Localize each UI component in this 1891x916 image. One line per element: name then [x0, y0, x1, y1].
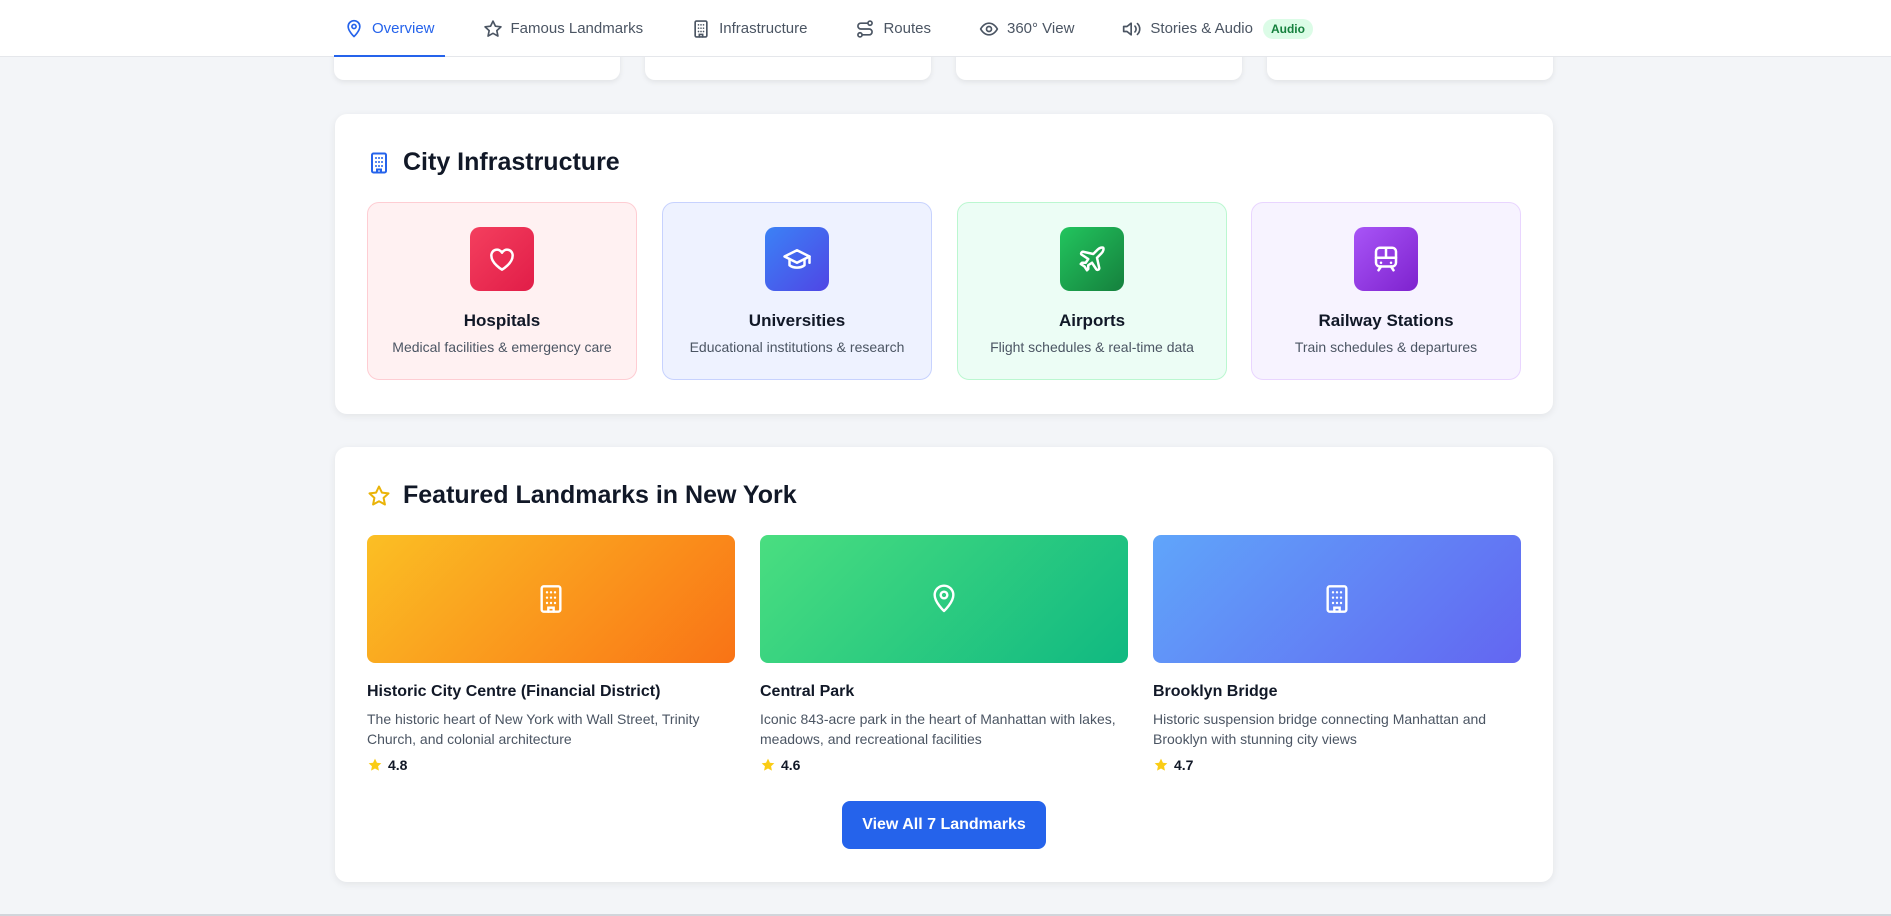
landmark-card[interactable]: Central Park Iconic 843-acre park in the…: [760, 535, 1128, 773]
top-navigation: Overview Famous Landmarks Infrastructure…: [0, 0, 1891, 57]
building-icon: [371, 152, 387, 173]
star-filled-icon: [761, 758, 775, 771]
plane-icon: [1079, 246, 1105, 272]
landmarks-panel: Featured Landmarks in New York Historic …: [335, 447, 1553, 882]
infra-card-universities[interactable]: Universities Educational institutions & …: [662, 202, 932, 380]
landmark-name: Historic City Centre (Financial District…: [367, 683, 661, 700]
rating-value: 4.7: [1174, 757, 1194, 773]
infra-card-airports[interactable]: Airports Flight schedules & real-time da…: [957, 202, 1227, 380]
infra-icon-box: [1354, 227, 1418, 291]
landmark-image: [760, 535, 1128, 663]
rating-value: 4.8: [388, 757, 408, 773]
infra-description: Medical facilities & emergency care: [392, 339, 612, 355]
eye-icon: [979, 21, 999, 36]
star-filled-icon: [368, 758, 382, 771]
landmark-name: Brooklyn Bridge: [1153, 683, 1278, 700]
infra-description: Train schedules & departures: [1294, 339, 1478, 355]
tab-label: Routes: [883, 20, 931, 37]
tab-famous-landmarks[interactable]: Famous Landmarks: [473, 0, 654, 57]
infra-name: Airports: [1058, 311, 1126, 330]
infrastructure-panel: City Infrastructure Hospitals Medical fa…: [335, 114, 1553, 414]
infra-icon-box: [765, 227, 829, 291]
infra-description: Flight schedules & real-time data: [990, 339, 1194, 355]
infra-card-hospitals[interactable]: Hospitals Medical facilities & emergency…: [367, 202, 637, 380]
star-icon: [368, 485, 390, 505]
section-title: Featured Landmarks in New York: [403, 481, 797, 509]
tab-stories-audio[interactable]: Stories & Audio Audio: [1112, 0, 1323, 57]
heart-icon: [490, 248, 514, 271]
landmark-card[interactable]: Brooklyn Bridge Historic suspension brid…: [1153, 535, 1521, 773]
tab-overview[interactable]: Overview: [334, 0, 445, 57]
tab-bar: Overview Famous Landmarks Infrastructure…: [334, 0, 1351, 57]
map-pin-icon: [933, 584, 955, 613]
landmark-rating: 4.8: [367, 757, 735, 773]
landmark-description: Iconic 843-acre park in the heart of Man…: [760, 711, 1116, 747]
building-icon: [540, 585, 562, 613]
infra-name: Railway Stations: [1318, 311, 1454, 330]
landmark-rating: 4.6: [760, 757, 1128, 773]
tab-label: 360° View: [1006, 20, 1075, 37]
landmark-description: The historic heart of New York with Wall…: [367, 711, 700, 747]
infra-name: Hospitals: [463, 311, 541, 330]
infra-icon-box: [470, 227, 534, 291]
star-filled-icon: [1154, 758, 1168, 771]
building-icon: [694, 19, 708, 38]
infra-card-railway-stations[interactable]: Railway Stations Train schedules & depar…: [1251, 202, 1521, 380]
speaker-icon: [1123, 21, 1141, 36]
audio-badge: Audio: [1262, 18, 1313, 39]
infra-icon-box: [1060, 227, 1124, 291]
building-icon: [1326, 585, 1348, 613]
tab-360-view[interactable]: 360° View: [969, 0, 1084, 57]
infrastructure-heading: City Infrastructure: [367, 148, 620, 177]
tab-routes[interactable]: Routes: [845, 0, 941, 57]
tab-label: Famous Landmarks: [510, 20, 644, 37]
graduation-cap-icon: [783, 249, 811, 269]
tab-label: Overview: [372, 20, 435, 37]
tab-label: Stories & Audio: [1150, 20, 1253, 37]
star-icon: [483, 19, 502, 37]
train-icon: [1374, 246, 1398, 272]
landmark-rating: 4.7: [1153, 757, 1521, 773]
tab-label: Infrastructure: [719, 20, 808, 37]
view-all-landmarks-button[interactable]: View All 7 Landmarks: [842, 801, 1046, 849]
landmark-image: [1153, 535, 1521, 663]
section-title: City Infrastructure: [403, 148, 620, 176]
map-pin-icon: [347, 19, 361, 37]
infra-description: Educational institutions & research: [689, 339, 905, 355]
route-icon: [857, 19, 874, 38]
tab-infrastructure[interactable]: Infrastructure: [681, 0, 817, 57]
infra-name: Universities: [748, 311, 846, 330]
landmark-image: [367, 535, 735, 663]
rating-value: 4.6: [781, 757, 801, 773]
landmark-card[interactable]: Historic City Centre (Financial District…: [367, 535, 735, 773]
landmark-description: Historic suspension bridge connecting Ma…: [1153, 711, 1487, 747]
landmarks-heading: Featured Landmarks in New York: [367, 481, 797, 510]
landmark-name: Central Park: [760, 683, 855, 700]
